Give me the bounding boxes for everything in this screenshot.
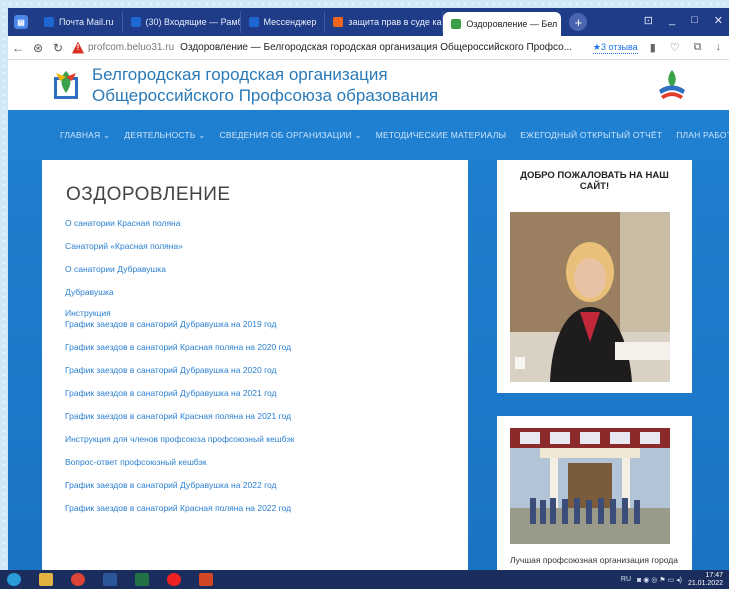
rambler-icon xyxy=(130,17,141,27)
reviews-link[interactable]: ★3 отзыва xyxy=(592,42,638,54)
yandex-icon xyxy=(333,17,344,27)
page-title: ОЗДОРОВЛЕНИЕ xyxy=(66,184,231,205)
link-schedule-krasnaya-2022[interactable]: График заездов в санаторий Красная полян… xyxy=(65,503,455,513)
group-photo xyxy=(510,428,670,544)
link-krasnaya-polyana-about[interactable]: О санатории Красная поляна xyxy=(65,218,455,228)
tab-label: Оздоровление — Бел xyxy=(466,19,558,29)
menu-item-main[interactable]: ГЛАВНАЯ ⌄ xyxy=(60,130,110,141)
mail-icon xyxy=(44,17,54,27)
reload-icon[interactable]: ↻ xyxy=(48,41,68,55)
main-content: ОЗДОРОВЛЕНИЕ О санатории Красная поляна … xyxy=(42,160,468,573)
link-krasnaya-polyana[interactable]: Санаторий «Красная поляна» xyxy=(65,241,455,251)
site-header: Белгородская городская организация Общер… xyxy=(8,60,729,110)
welcome-widget: ДОБРО ПОЖАЛОВАТЬ НА НАШ САЙТ! xyxy=(497,160,692,393)
menu-item-annual-report[interactable]: ЕЖЕГОДНЫЙ ОТКРЫТЫЙ ОТЧЁТ xyxy=(520,130,662,140)
link-schedule-dubravushka-2022[interactable]: График заездов в санаторий Дубравушка на… xyxy=(65,480,455,490)
browser-menu-icon[interactable]: ▤ xyxy=(14,15,28,29)
menu-item-activity[interactable]: ДЕЯТЕЛЬНОСТЬ ⌄ xyxy=(124,130,205,141)
taskbar-yandex[interactable] xyxy=(160,571,188,588)
link-schedule-dubravushka-2021[interactable]: График заездов в санаторий Дубравушка на… xyxy=(65,388,455,398)
taskbar-explorer[interactable] xyxy=(32,571,60,588)
org-title[interactable]: Белгородская городская организация Общер… xyxy=(92,64,438,106)
main-menu: ГЛАВНАЯ ⌄ ДЕЯТЕЛЬНОСТЬ ⌄ СВЕДЕНИЯ ОБ ОРГ… xyxy=(8,110,729,160)
back-icon[interactable]: ← xyxy=(8,41,28,55)
taskbar: RU ◙ ◉ ◎ ⚑ ▭ ◂) 17:47 21.01.2022 xyxy=(0,570,729,589)
tab-rambler[interactable]: (30) Входящие — Рамбл xyxy=(123,11,241,33)
browser-window: ▤ Почта Mail.ru (30) Входящие — Рамбл Ме… xyxy=(8,8,729,573)
tab-label: защита прав в суде карт xyxy=(348,17,444,27)
powerpoint-icon xyxy=(199,573,213,586)
messenger-icon xyxy=(248,17,259,27)
new-tab-button[interactable]: + xyxy=(569,13,588,31)
profsoyuz-logo-icon[interactable] xyxy=(48,67,84,103)
tabs-icon[interactable]: ⊡ xyxy=(644,14,653,27)
tab-label: Мессенджер xyxy=(263,17,317,27)
link-schedule-krasnaya-2021[interactable]: График заездов в санаторий Красная полян… xyxy=(65,411,455,421)
profsoyuz-favicon-icon xyxy=(451,19,462,29)
link-instruction[interactable]: Инструкция xyxy=(65,308,455,318)
clock-date: 21.01.2022 xyxy=(687,579,723,587)
excel-icon xyxy=(135,573,149,586)
photo-caption: Лучшая профсоюзная организация города xyxy=(510,555,678,565)
tray-icons[interactable]: ◙ ◉ ◎ ⚑ ▭ ◂) xyxy=(637,576,682,584)
tab-label: Почта Mail.ru xyxy=(59,17,114,27)
taskbar-powerpoint[interactable] xyxy=(192,571,220,588)
close-icon[interactable]: ✕ xyxy=(714,14,723,27)
clock-time: 17:47 xyxy=(705,571,723,579)
system-tray: RU ◙ ◉ ◎ ⚑ ▭ ◂) 17:47 21.01.2022 xyxy=(621,572,723,588)
link-schedule-dubravushka-2020[interactable]: График заездов в санаторий Дубравушка на… xyxy=(65,365,455,375)
link-schedule-krasnaya-2020[interactable]: График заездов в санаторий Красная полян… xyxy=(65,342,455,352)
menu-item-org-info[interactable]: СВЕДЕНИЯ ОБ ОРГАНИЗАЦИИ ⌄ xyxy=(220,130,362,141)
minimize-icon[interactable]: _ xyxy=(669,14,675,27)
address-bar: ← ⊛ ↻ ! profcom.beluo31.ru Оздоровление … xyxy=(8,36,729,60)
link-cashback-faq[interactable]: Вопрос-ответ профсоюзный кешбэк xyxy=(65,457,455,467)
menu-item-methodical[interactable]: МЕТОДИЧЕСКИЕ МАТЕРИАЛЫ xyxy=(376,130,507,140)
protect-icon[interactable]: ⊛ xyxy=(28,41,48,55)
clock[interactable]: 17:47 21.01.2022 xyxy=(688,572,723,588)
links-list: О санатории Красная поляна Санаторий «Кр… xyxy=(65,218,455,513)
tab-messenger[interactable]: Мессенджер xyxy=(241,11,326,33)
taskbar-word[interactable] xyxy=(96,571,124,588)
chrome-icon xyxy=(71,573,85,586)
yandex-browser-icon xyxy=(167,573,181,586)
tab-mail[interactable]: Почта Mail.ru xyxy=(36,11,123,33)
tab-label: (30) Входящие — Рамбл xyxy=(145,17,241,27)
url-page-title[interactable]: Оздоровление — Белгородская городская ор… xyxy=(180,42,572,53)
link-schedule-dubravushka-2019[interactable]: График заездов в санаторий Дубравушка на… xyxy=(65,319,455,329)
tab-bar: ▤ Почта Mail.ru (30) Входящие — Рамбл Ме… xyxy=(8,8,729,36)
link-dubravushka[interactable]: Дубравушка xyxy=(65,287,455,297)
menu-item-work-plan[interactable]: ПЛАН РАБОТЫ xyxy=(676,130,729,140)
language-indicator[interactable]: RU xyxy=(621,576,631,583)
url-host[interactable]: profcom.beluo31.ru xyxy=(88,42,174,53)
welcome-heading: ДОБРО ПОЖАЛОВАТЬ НА НАШ САЙТ! xyxy=(520,170,669,192)
windows-start-icon xyxy=(7,573,21,586)
link-dubravushka-about[interactable]: О санатории Дубравушка xyxy=(65,264,455,274)
address-tools: ▮ ♡ ⧉ ↓ xyxy=(650,41,721,54)
link-cashback-instruction[interactable]: Инструкция для членов профсоюза профсоюз… xyxy=(65,434,455,444)
word-icon xyxy=(103,573,117,586)
taskbar-excel[interactable] xyxy=(128,571,156,588)
taskbar-chrome[interactable] xyxy=(64,571,92,588)
best-org-widget: Лучшая профсоюзная организация города xyxy=(497,416,692,573)
extensions-icon[interactable]: ⧉ xyxy=(694,41,702,54)
education-logo-icon xyxy=(653,66,691,104)
tab-search[interactable]: защита прав в суде карт xyxy=(325,11,444,33)
maximize-icon[interactable]: □ xyxy=(691,14,698,27)
org-title-line1: Белгородская городская организация xyxy=(92,65,388,84)
download-icon[interactable]: ↓ xyxy=(716,41,722,54)
org-title-line2: Общероссийского Профсоюза образования xyxy=(92,86,439,105)
collections-icon[interactable]: ♡ xyxy=(670,41,680,54)
window-controls: ⊡ _ □ ✕ xyxy=(644,14,723,27)
folder-icon xyxy=(39,573,53,586)
start-button[interactable] xyxy=(0,571,28,588)
website: Белгородская городская организация Общер… xyxy=(8,60,729,573)
bookmark-icon[interactable]: ▮ xyxy=(650,41,656,54)
tab-active[interactable]: Оздоровление — Бел✕ xyxy=(443,12,562,36)
chairwoman-photo xyxy=(510,212,670,382)
warning-icon[interactable]: ! xyxy=(72,41,84,54)
